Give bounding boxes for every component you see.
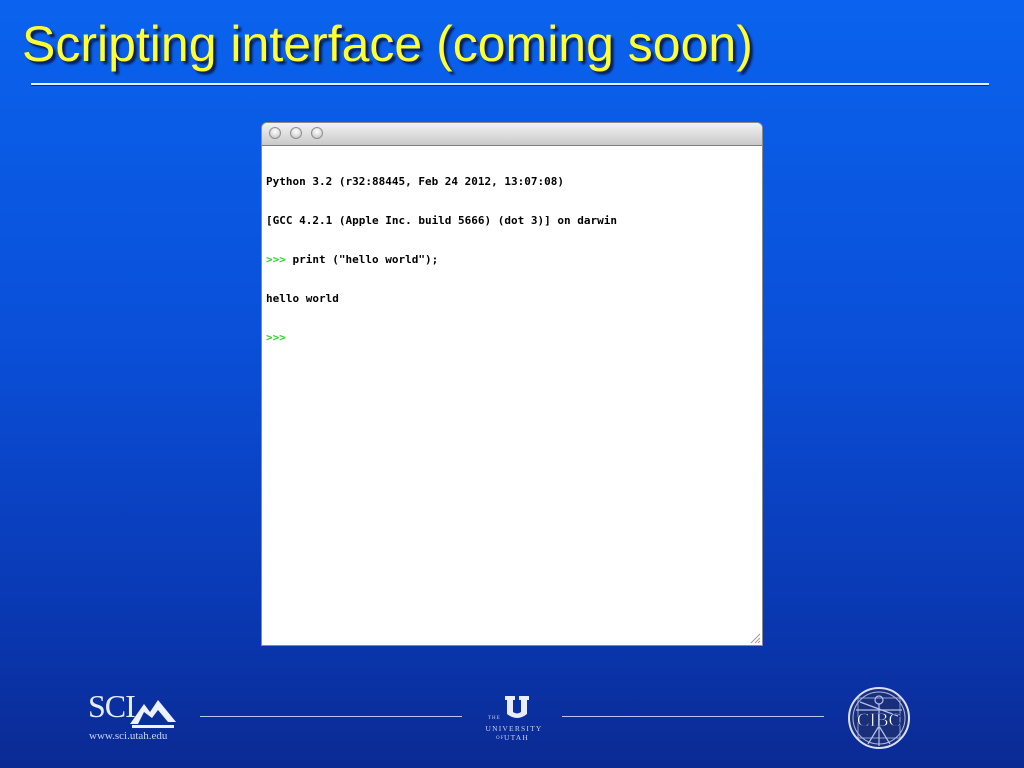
university-state: UTAH (504, 733, 530, 742)
resize-grip-icon[interactable] (749, 632, 761, 644)
terminal-output[interactable]: Python 3.2 (r32:88445, Feb 24 2012, 13:0… (266, 149, 756, 370)
close-icon[interactable] (269, 127, 281, 139)
footer-divider-right (562, 716, 824, 717)
prompt-marker: >>> (266, 253, 286, 266)
terminal-text: [GCC 4.2.1 (Apple Inc. build 5666) (dot … (266, 214, 617, 227)
zoom-icon[interactable] (311, 127, 323, 139)
prompt-marker: >>> (266, 331, 286, 344)
window-title-bar[interactable] (262, 123, 762, 146)
block-u-icon (505, 696, 529, 718)
terminal-line: >>> print ("hello world"); (266, 253, 756, 266)
footer-divider-left (200, 716, 462, 717)
university-the: THE (488, 716, 501, 721)
mountain-icon (130, 700, 176, 728)
cibc-logo: CIBC (848, 687, 910, 749)
terminal-window[interactable]: Python 3.2 (r32:88445, Feb 24 2012, 13:0… (262, 123, 762, 645)
minimize-icon[interactable] (290, 127, 302, 139)
university-name: UNIVERSITY (485, 724, 543, 733)
university-of-utah-logo: THE UNIVERSITY OF UTAH (474, 694, 554, 750)
terminal-text: print ("hello world"); (285, 253, 439, 266)
terminal-line: Python 3.2 (r32:88445, Feb 24 2012, 13:0… (266, 175, 756, 188)
sci-logo: SCI www.sci.utah.edu (86, 688, 186, 748)
terminal-line: hello world (266, 292, 756, 305)
terminal-line: [GCC 4.2.1 (Apple Inc. build 5666) (dot … (266, 214, 756, 227)
terminal-text: hello world (266, 292, 339, 305)
terminal-input-line[interactable]: >>> (266, 331, 756, 344)
terminal-text: Python 3.2 (r32:88445, Feb 24 2012, 13:0… (266, 175, 565, 188)
title-divider (31, 83, 989, 85)
sci-url: www.sci.utah.edu (89, 730, 168, 742)
slide-title: Scripting interface (coming soon) (22, 16, 753, 72)
cibc-logo-text: CIBC (857, 710, 901, 731)
